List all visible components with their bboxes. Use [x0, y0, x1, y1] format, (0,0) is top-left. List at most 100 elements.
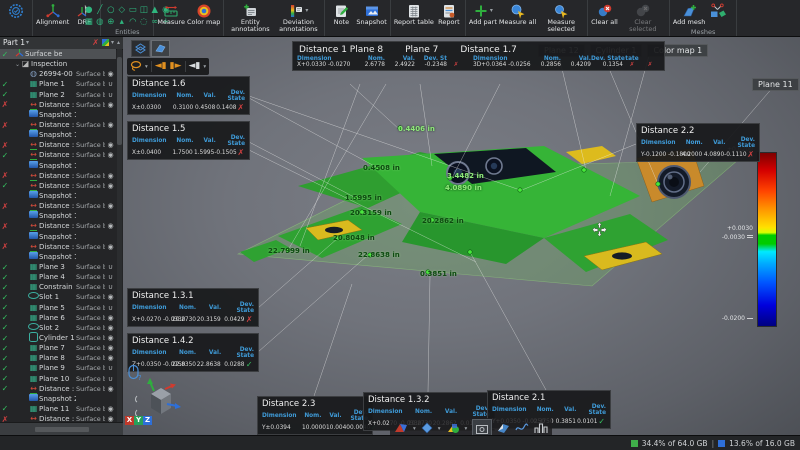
curve-icon[interactable]: ∪: [105, 91, 116, 99]
datum-display-icon[interactable]: [446, 419, 460, 435]
tree-row[interactable]: ✓ ▦ Plane 6 Surface b ◉: [0, 313, 116, 323]
visibility-eye-icon[interactable]: ◉: [105, 101, 116, 109]
curve-icon[interactable]: ∪: [105, 364, 116, 372]
tree-row[interactable]: ✓ Slot 1 Surface b ◉: [0, 292, 116, 302]
curve-icon[interactable]: ∪: [105, 263, 116, 271]
tree-row[interactable]: ✓ ▦ Plane 8 Surface b ◉: [0, 353, 116, 363]
entity-type-icon[interactable]: ▭: [127, 4, 138, 16]
clipping-plane-icon[interactable]: [497, 419, 510, 435]
feature-display-icon[interactable]: [421, 419, 433, 435]
visibility-eye-icon[interactable]: ◉: [105, 314, 116, 322]
colormap-scale-bar[interactable]: [757, 152, 777, 327]
note-button[interactable]: Note: [327, 1, 355, 27]
filter-caret[interactable]: ▾: [111, 39, 114, 46]
playback-caret[interactable]: ▾: [203, 64, 206, 70]
tree-row[interactable]: Snapshot 1.6: [0, 231, 116, 242]
curve-analysis-icon[interactable]: [515, 419, 529, 435]
tree-row[interactable]: ✓ ▦ Plane 1 Surface b ∪: [0, 79, 116, 89]
tree-row[interactable]: ✓ ↔ Distance : Surface b ◉: [0, 180, 116, 191]
visibility-eye-icon[interactable]: ◉: [105, 324, 116, 332]
delete-icon[interactable]: ✗: [92, 38, 99, 47]
visibility-eye-icon[interactable]: ◉: [105, 141, 116, 149]
tree-row[interactable]: ✓ ▦ Plane 10 Surface b ∪: [0, 374, 116, 384]
tree-row[interactable]: ✗ ↔ Distance : Surface b ◉: [0, 201, 116, 212]
visibility-eye-icon[interactable]: ◉: [105, 385, 116, 393]
tree-horizontal-scrollbar[interactable]: [0, 422, 123, 435]
visibility-eye-icon[interactable]: ◉: [105, 334, 116, 342]
feature-display-caret[interactable]: ▾: [438, 426, 441, 432]
snapshot-tool-button[interactable]: [472, 419, 493, 435]
mesh-display-caret[interactable]: ▾: [413, 426, 416, 432]
playback-icon[interactable]: ◄▮: [189, 58, 201, 75]
tree-row[interactable]: ✗ ↔ Distance : Surface b ◉: [0, 140, 116, 151]
tree-row[interactable]: ◍26994-00Surface bes◉: [0, 69, 116, 79]
snapshot-button[interactable]: Snapshot: [355, 1, 387, 27]
visibility-eye-icon[interactable]: ◉: [105, 172, 116, 180]
curve-icon[interactable]: ∪: [105, 273, 116, 281]
next-selection-icon[interactable]: ▮►: [170, 58, 182, 75]
viewport-3d[interactable]: ▾ ◄▮ ▮► ◄▮ ▾ Plane 12Cylinder 1Color map…: [123, 36, 800, 435]
entity-type-icon[interactable]: ⊕: [105, 16, 116, 28]
part-selector[interactable]: Part 1: [3, 38, 25, 47]
entity-type-icon[interactable]: ◌: [138, 16, 149, 28]
shaded-view-button[interactable]: [151, 40, 170, 57]
tree-row[interactable]: ✓ Cylinder 1 Surface b ◉: [0, 331, 116, 343]
mesh-display-icon[interactable]: [394, 419, 408, 435]
alignment-button[interactable]: Alignment: [35, 1, 70, 27]
entity-type-icon[interactable]: ◠: [127, 16, 138, 28]
lasso-select-icon[interactable]: [130, 57, 142, 76]
axis-triad-labels[interactable]: X Y Z: [125, 416, 152, 425]
tree-vertical-scrollbar[interactable]: [117, 49, 122, 423]
color-map-button[interactable]: Color map: [186, 1, 221, 27]
annotation-box-distance-2.2[interactable]: Distance 2.2 Dimension Nom. Val. Dev. State Y…: [636, 123, 760, 162]
datum-display-caret[interactable]: ▾: [465, 426, 468, 432]
measure-button[interactable]: Measure: [156, 1, 186, 27]
tree-row[interactable]: ✓ ▦ Plane 11 Surface b ◉: [0, 404, 116, 414]
visibility-eye-icon[interactable]: ◉: [105, 344, 116, 352]
visibility-eye-icon[interactable]: ◉: [105, 243, 116, 251]
entity-type-icon[interactable]: ▦: [83, 16, 94, 28]
entity-annotations-button[interactable]: Entity annotations: [226, 1, 274, 35]
scroll-thumb[interactable]: [117, 57, 122, 145]
tree-row[interactable]: Snapshot 1.4: [0, 191, 116, 201]
tree-row[interactable]: ✓ ▦ Plane 5 Surface b ∪: [0, 303, 116, 313]
entity-type-icon[interactable]: ◇: [116, 4, 127, 16]
meshes-button[interactable]: [706, 1, 734, 20]
visibility-eye-icon[interactable]: ◉: [105, 222, 116, 230]
merged-annotation-panel[interactable]: Distance 1 Plane 8 Plane 7 Distance 1.7 …: [292, 41, 665, 71]
scroll-handle[interactable]: [34, 426, 89, 432]
tree-row[interactable]: Snapshot 1.3: [0, 160, 116, 171]
visibility-eye-icon[interactable]: ◉: [105, 121, 116, 129]
tree-row[interactable]: ✗ ↔ Distance : Surface b ◉: [0, 241, 116, 252]
curve-icon[interactable]: ∪: [105, 375, 116, 383]
tree-row[interactable]: ✓Surface best fit 2: [0, 49, 116, 60]
annotation-box-distance-1.4.2[interactable]: Distance 1.4.2 Dimension Nom. Val. Dev. Stat…: [127, 333, 259, 372]
visibility-eye-icon[interactable]: ◉: [105, 202, 116, 210]
entity-type-icon[interactable]: ╱: [94, 4, 105, 16]
tree-row[interactable]: ✓ ▦ Plane 4 Surface b ∪: [0, 272, 116, 282]
curve-icon[interactable]: ∪: [105, 304, 116, 312]
collapse-panel-icon[interactable]: ▴: [117, 39, 120, 46]
histogram-icon[interactable]: [534, 419, 548, 435]
tree-row[interactable]: Snapshot 1.5: [0, 211, 116, 221]
visibility-eye-icon[interactable]: ◉: [105, 182, 116, 190]
clear-all-button[interactable]: Clear all: [590, 1, 619, 27]
dropdown-caret[interactable]: ▾: [305, 7, 308, 14]
report-button[interactable]: Report: [435, 1, 463, 27]
tree-row[interactable]: ✗ ↔ Distance : Surface b ◉: [0, 170, 116, 181]
tree-row[interactable]: ✓ ▦ Plane 9 Surface b ∪: [0, 363, 116, 373]
tree-row[interactable]: ✗ ↔ Distance : Surface b ◉: [0, 99, 116, 110]
add-mesh-button[interactable]: Add mesh: [672, 1, 707, 27]
annotation-box-distance-1.6[interactable]: Distance 1.6 Dimension Nom. Val. Dev. State X…: [127, 76, 250, 115]
annotation-chip-plane-11[interactable]: Plane 11: [752, 78, 799, 91]
tree-row[interactable]: ⌄◪Inspection program: [0, 59, 116, 69]
wireframe-view-button[interactable]: [131, 40, 150, 57]
tree-row[interactable]: ✓▦ConstrainSurface b rt 1∪: [0, 282, 116, 292]
tree-row[interactable]: ✗ ↔ Distance : Surface b ◉: [0, 221, 116, 232]
lasso-caret[interactable]: ▾: [145, 64, 148, 70]
annotation-box-distance-2.3[interactable]: Distance 2.3 Dimension Nom. Val. Dev. State Y…: [257, 396, 377, 435]
entity-type-icon[interactable]: ○: [105, 4, 116, 16]
measure-selected-button[interactable]: Measure selected: [537, 1, 585, 35]
curve-icon[interactable]: ∪: [105, 80, 116, 88]
annotation-box-distance-1.5[interactable]: Distance 1.5 Dimension Nom. Val. Dev. State X…: [127, 121, 250, 160]
